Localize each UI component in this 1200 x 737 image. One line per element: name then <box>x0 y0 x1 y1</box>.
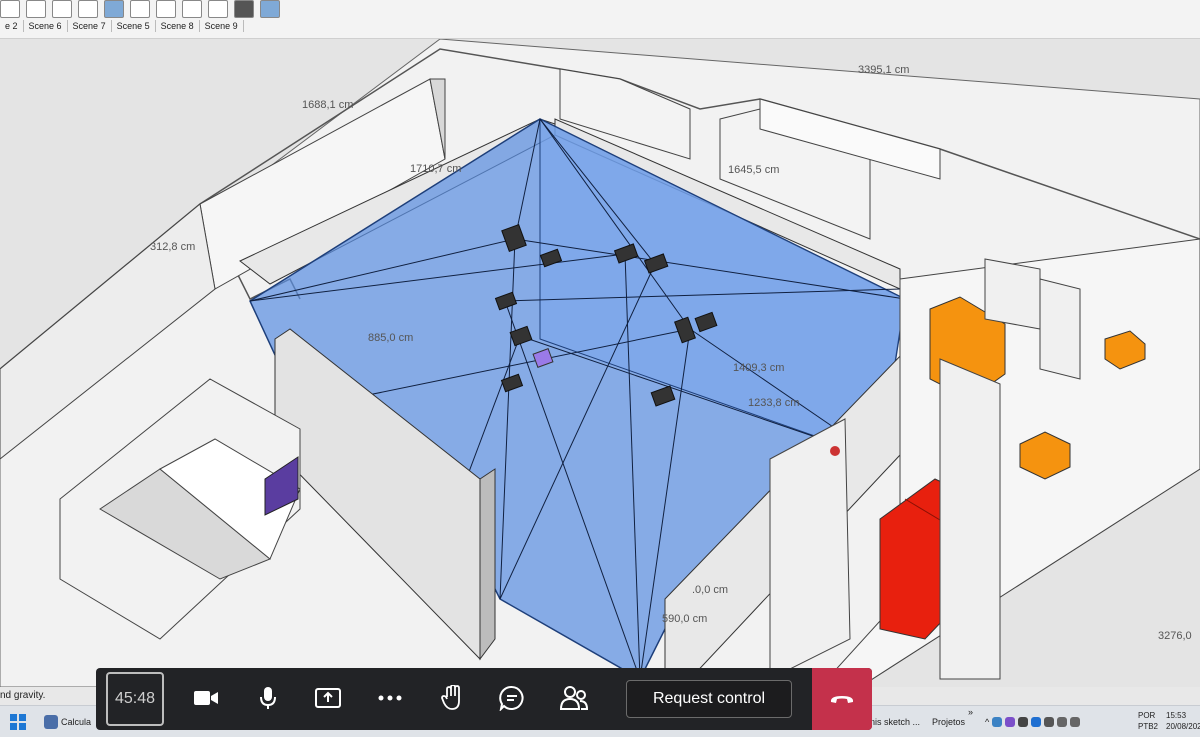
model-viewport[interactable]: 1688,1 cm 1710,7 cm 3395,1 cm 1645,5 cm … <box>0 38 1200 688</box>
tab-scene-9[interactable]: Scene 9 <box>200 20 244 32</box>
microphone-button[interactable] <box>252 682 284 714</box>
taskbar-chevrons[interactable]: » <box>968 704 973 720</box>
dimension-label: 3395,1 cm <box>858 64 910 76</box>
scene-tabs: e 2 Scene 6 Scene 7 Scene 5 Scene 8 Scen… <box>0 20 244 32</box>
room-left-wall-edge <box>479 468 496 661</box>
dimension-label: 1710,7 cm <box>410 163 462 175</box>
dimension-label: .0,0 cm <box>692 584 729 596</box>
view-tool-icons <box>0 0 280 18</box>
chevron-up-icon[interactable]: ^ <box>985 717 989 727</box>
system-tray[interactable]: ^ <box>985 714 1081 730</box>
home-icon[interactable] <box>52 0 72 18</box>
chevron-icon: » <box>968 707 974 717</box>
dimension-label: 3276,0 <box>1158 630 1192 642</box>
hidden-line-icon[interactable] <box>182 0 202 18</box>
clock-date: 20/08/202 <box>1166 722 1200 731</box>
iso-view-icon[interactable] <box>0 0 20 18</box>
status-text: nd gravity. <box>0 690 46 701</box>
camera-icon <box>194 691 218 705</box>
dimension-label: 1409,3 cm <box>733 362 785 374</box>
dimension-label: 1688,1 cm <box>302 99 354 111</box>
more-icon <box>378 695 402 701</box>
volume-icon[interactable] <box>1070 717 1081 727</box>
share-screen-icon <box>315 688 341 708</box>
microphone-icon <box>260 687 276 709</box>
chat-button[interactable] <box>496 682 528 714</box>
network-icon[interactable] <box>1057 717 1068 727</box>
taskbar-app-label: Calcula <box>61 717 92 727</box>
tab-scene-6[interactable]: Scene 6 <box>24 20 68 32</box>
meeting-timer: 45:48 <box>106 672 164 726</box>
monochrome-icon[interactable] <box>260 0 280 18</box>
start-button[interactable] <box>10 714 26 730</box>
camera-button[interactable] <box>190 682 222 714</box>
toolbar-label: Projetos <box>932 717 966 727</box>
clock-time: 15:53 <box>1166 711 1187 720</box>
keyboard-code: PTB2 <box>1138 722 1159 731</box>
tray-icon[interactable] <box>1018 717 1029 727</box>
tab-scene-5[interactable]: Scene 5 <box>112 20 156 32</box>
back-edges-icon[interactable] <box>130 0 150 18</box>
language-code: POR <box>1138 711 1156 720</box>
windows-icon <box>10 714 26 730</box>
taskbar-toolbar-projetos[interactable]: Projetos <box>932 714 965 730</box>
dimension-label: 885,0 cm <box>368 332 414 344</box>
meeting-control-bar: 45:48 Request control <box>96 668 872 730</box>
scene-toolbar: e 2 Scene 6 Scene 7 Scene 5 Scene 8 Scen… <box>0 0 1200 39</box>
phone-hangup-icon <box>830 696 854 703</box>
more-options-button[interactable] <box>374 682 406 714</box>
share-screen-button[interactable] <box>312 682 344 714</box>
front-view-icon[interactable] <box>78 0 98 18</box>
tab-scene-8[interactable]: Scene 8 <box>156 20 200 32</box>
calculator-icon <box>44 715 58 729</box>
clock[interactable]: 15:53 20/08/202 <box>1166 710 1200 732</box>
chat-icon <box>499 685 524 711</box>
xray-style-icon[interactable] <box>104 0 124 18</box>
raise-hand-button[interactable] <box>436 682 468 714</box>
tray-icon[interactable] <box>1005 717 1016 727</box>
shaded-icon[interactable] <box>208 0 228 18</box>
taskbar-app-calculator[interactable]: Calcula <box>44 714 91 730</box>
tray-icon[interactable] <box>1044 717 1055 727</box>
participants-icon <box>560 686 588 710</box>
dimension-label: 1233,8 cm <box>748 397 800 409</box>
dimension-label: 312,8 cm <box>150 241 196 253</box>
dimension-label: 590,0 cm <box>662 613 708 625</box>
language-indicator[interactable]: POR PTB2 <box>1138 710 1158 732</box>
tab-scene-2[interactable]: e 2 <box>0 20 24 32</box>
raise-hand-icon <box>441 685 460 710</box>
participants-button[interactable] <box>558 682 590 714</box>
dimension-label: 1645,5 cm <box>728 164 780 176</box>
tab-scene-7[interactable]: Scene 7 <box>68 20 112 32</box>
wireframe-icon[interactable] <box>156 0 176 18</box>
dropbox-icon[interactable] <box>1031 717 1042 727</box>
shaded-textures-icon[interactable] <box>234 0 254 18</box>
hang-up-button[interactable] <box>812 668 872 730</box>
floor-plan-model <box>0 38 1200 688</box>
taskbar-app-sketchup[interactable]: nis sketch ... <box>870 714 920 730</box>
request-control-button[interactable]: Request control <box>626 680 792 718</box>
taskbar-app-label: nis sketch ... <box>870 717 921 727</box>
top-view-icon[interactable] <box>26 0 46 18</box>
axis-marker <box>830 446 840 456</box>
tray-icon[interactable] <box>992 717 1003 727</box>
